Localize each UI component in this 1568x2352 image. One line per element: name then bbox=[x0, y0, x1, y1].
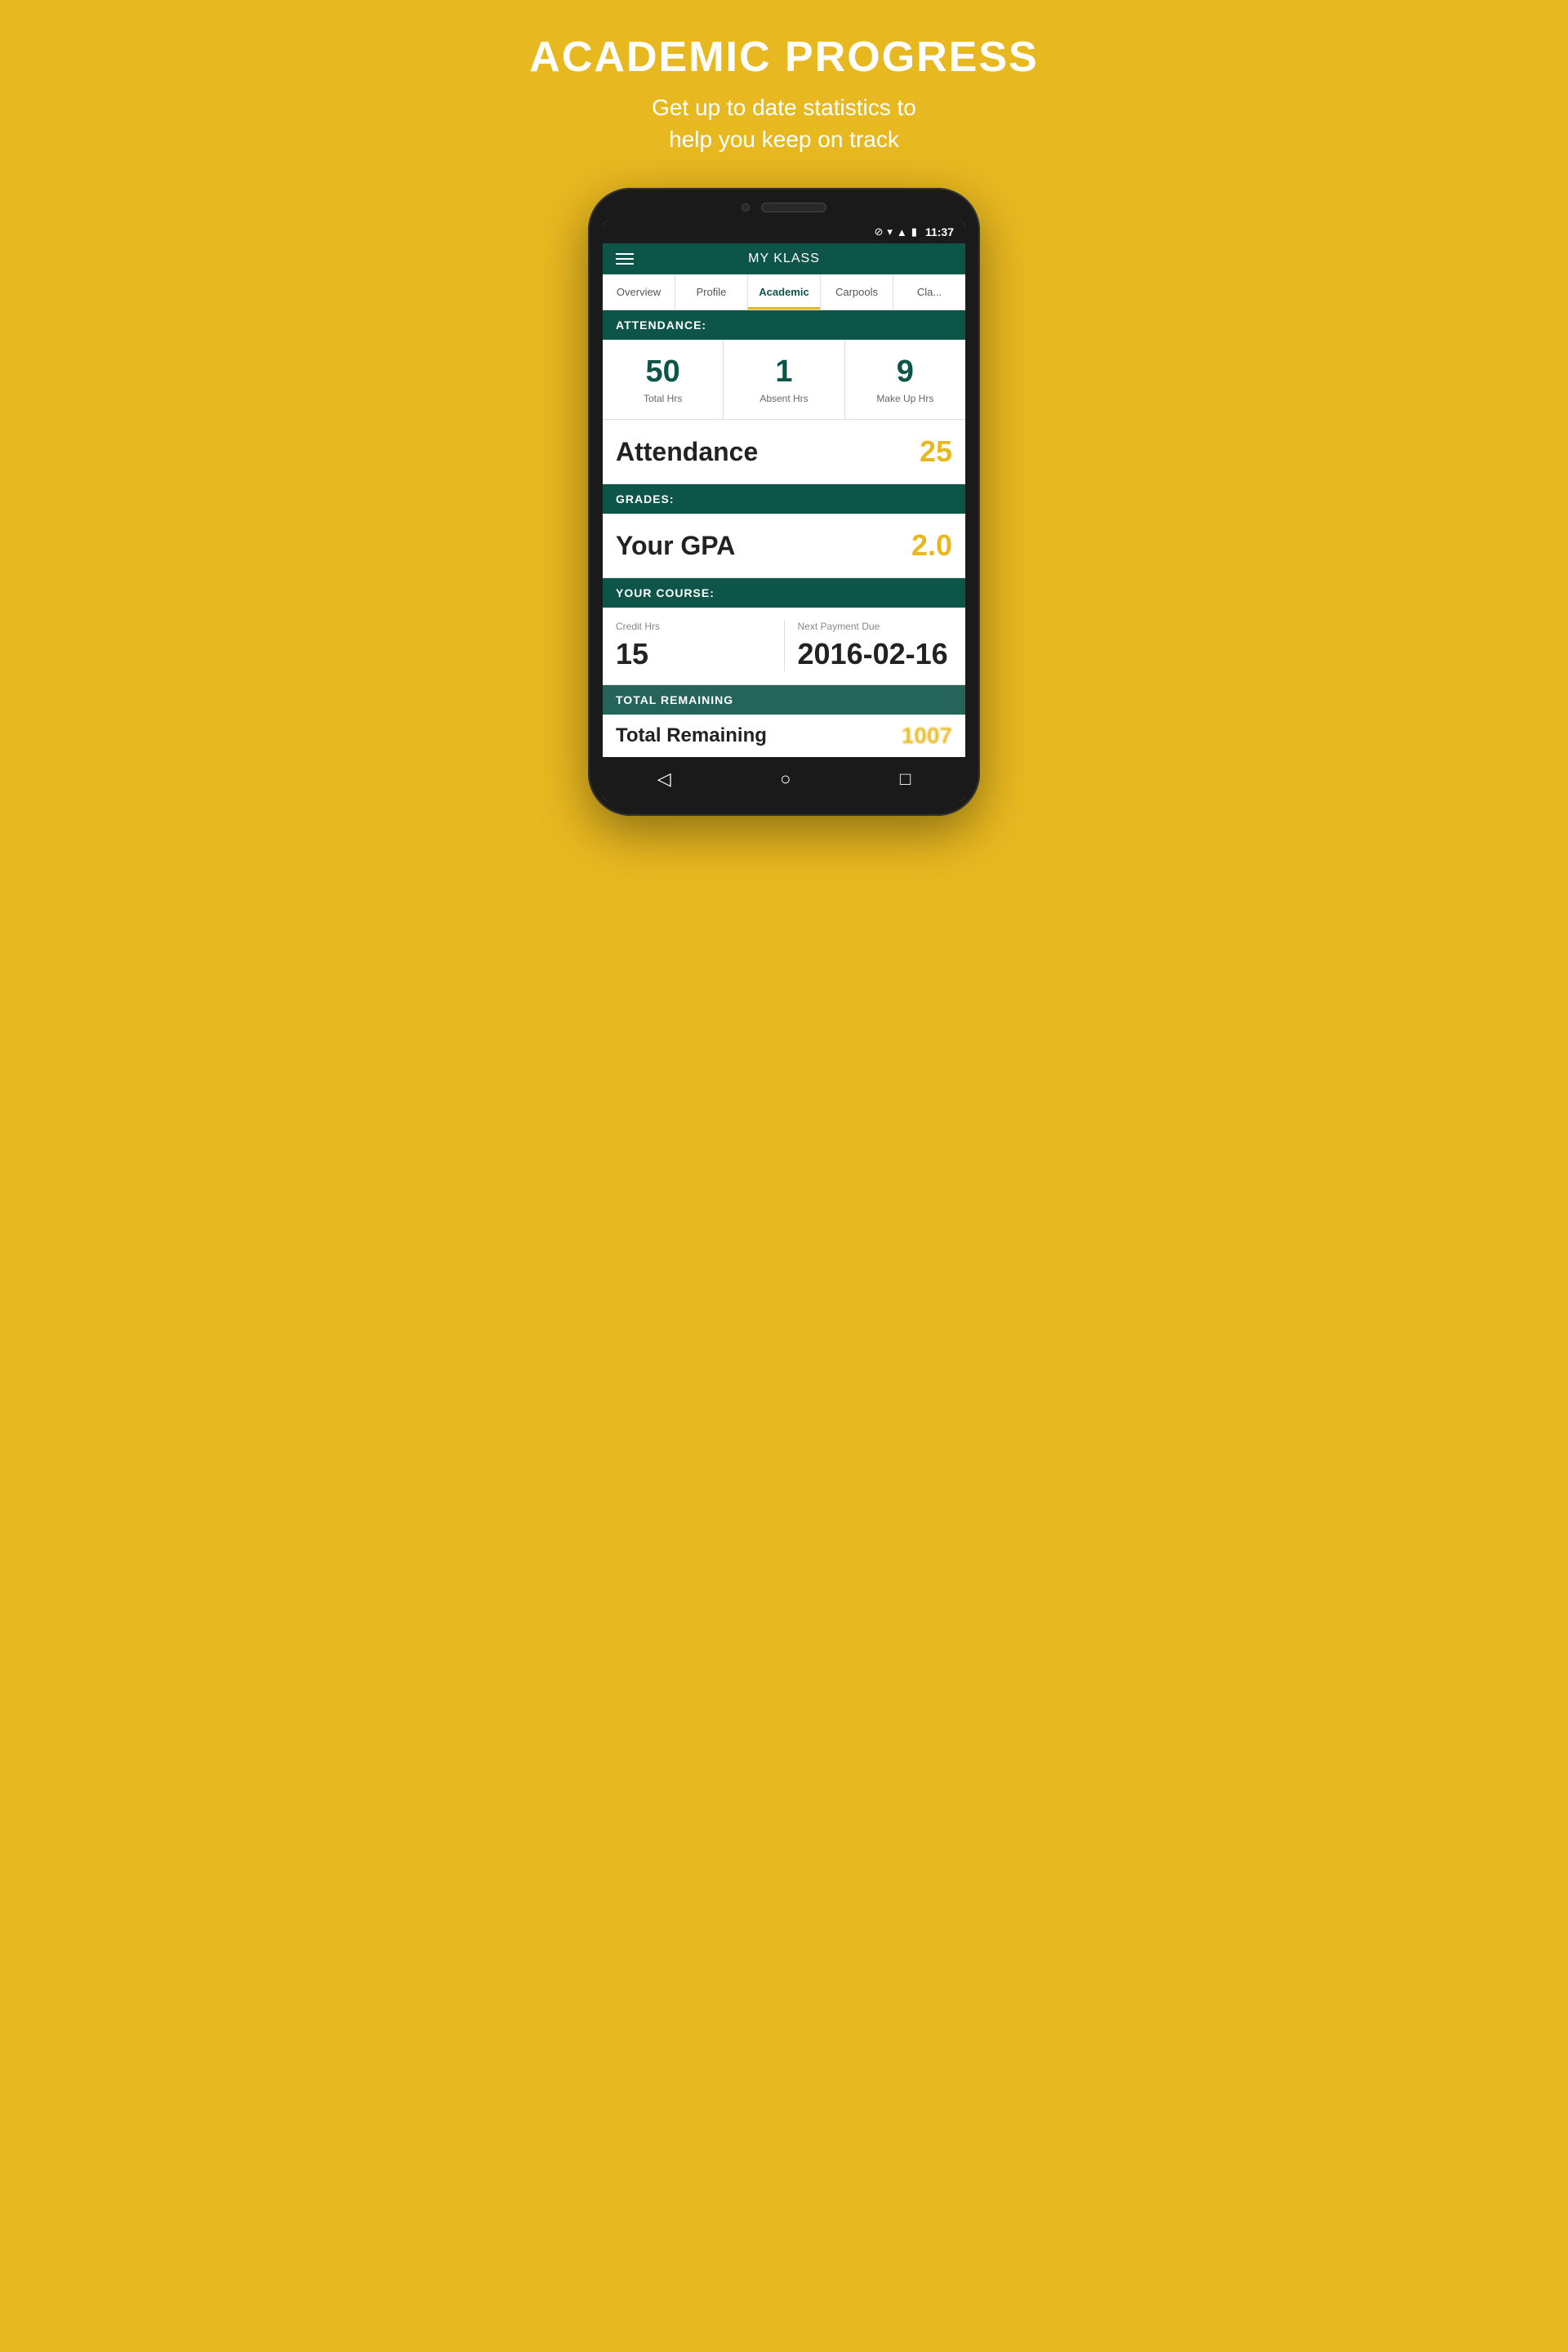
status-time: 11:37 bbox=[925, 225, 954, 238]
recent-apps-button[interactable]: □ bbox=[900, 768, 911, 790]
phone-shell: ⊘ ▾ ▲ ▮ 11:37 MY KLASS Overview Profile … bbox=[588, 188, 980, 816]
partial-content-row: Total Remaining 1007 bbox=[603, 715, 965, 757]
course-details: Credit Hrs 15 Next Payment Due 2016-02-1… bbox=[603, 608, 965, 684]
phone-screen: ⊘ ▾ ▲ ▮ 11:37 MY KLASS Overview Profile … bbox=[603, 220, 965, 801]
total-hrs-label: Total Hrs bbox=[609, 393, 716, 404]
tab-overview[interactable]: Overview bbox=[603, 274, 675, 310]
credit-hrs-field-value: 15 bbox=[616, 637, 771, 671]
page-subtitle: Get up to date statistics tohelp you kee… bbox=[529, 91, 1038, 155]
no-sim-icon: ⊘ bbox=[874, 225, 883, 238]
content-area: ATTENDANCE: 50 Total Hrs 1 Absent Hrs 9 … bbox=[603, 310, 965, 757]
course-section-header: YOUR COURSE: bbox=[603, 578, 965, 608]
tab-carpools[interactable]: Carpools bbox=[821, 274, 893, 310]
makeup-hrs-cell: 9 Make Up Hrs bbox=[845, 340, 965, 419]
tab-academic[interactable]: Academic bbox=[748, 274, 821, 310]
speaker-grille bbox=[761, 203, 826, 212]
total-hrs-cell: 50 Total Hrs bbox=[603, 340, 724, 419]
battery-icon: ▮ bbox=[911, 225, 917, 238]
grades-section-header: GRADES: bbox=[603, 484, 965, 514]
attendance-stats-row: 50 Total Hrs 1 Absent Hrs 9 Make Up Hrs bbox=[603, 340, 965, 420]
tab-class[interactable]: Cla... bbox=[893, 274, 965, 310]
partial-remaining-label: Total Remaining bbox=[616, 724, 767, 747]
bottom-nav-bar: ◁ ○ □ bbox=[603, 757, 965, 801]
payment-field-value: 2016-02-16 bbox=[798, 637, 953, 671]
attendance-score-label: Attendance bbox=[616, 437, 758, 467]
attendance-score-row: Attendance 25 bbox=[603, 420, 965, 484]
app-header: MY KLASS bbox=[603, 243, 965, 274]
status-icons: ⊘ ▾ ▲ ▮ bbox=[874, 225, 916, 238]
credit-hrs-field-label: Credit Hrs bbox=[616, 621, 771, 632]
gpa-value: 2.0 bbox=[911, 528, 952, 563]
partial-remaining-value: 1007 bbox=[902, 723, 952, 749]
total-hrs-value: 50 bbox=[609, 354, 716, 390]
makeup-hrs-label: Make Up Hrs bbox=[852, 393, 959, 404]
absent-hrs-cell: 1 Absent Hrs bbox=[724, 340, 844, 419]
signal-icon: ▲ bbox=[897, 226, 907, 238]
wifi-icon: ▾ bbox=[887, 225, 893, 238]
credit-hrs-col: Credit Hrs 15 bbox=[616, 621, 785, 671]
attendance-score-value: 25 bbox=[920, 434, 952, 469]
payment-field-label: Next Payment Due bbox=[798, 621, 953, 632]
app-title: MY KLASS bbox=[748, 252, 820, 266]
gpa-label: Your GPA bbox=[616, 531, 735, 561]
phone-top-hardware bbox=[603, 203, 965, 212]
attendance-section-header: ATTENDANCE: bbox=[603, 310, 965, 340]
page-title: ACADEMIC PROGRESS bbox=[529, 33, 1038, 82]
camera-dot bbox=[742, 203, 750, 212]
page-header: ACADEMIC PROGRESS Get up to date statist… bbox=[529, 33, 1038, 155]
absent-hrs-value: 1 bbox=[730, 354, 837, 390]
partial-section-header: TOTAL REMAINING bbox=[603, 685, 965, 715]
partial-remaining-section: TOTAL REMAINING Total Remaining 1007 bbox=[603, 684, 965, 757]
absent-hrs-label: Absent Hrs bbox=[730, 393, 837, 404]
home-button[interactable]: ○ bbox=[780, 768, 791, 790]
hamburger-menu-button[interactable] bbox=[616, 253, 634, 265]
status-bar: ⊘ ▾ ▲ ▮ 11:37 bbox=[603, 220, 965, 243]
back-button[interactable]: ◁ bbox=[657, 768, 671, 790]
makeup-hrs-value: 9 bbox=[852, 354, 959, 390]
payment-col: Next Payment Due 2016-02-16 bbox=[785, 621, 953, 671]
tabs-bar: Overview Profile Academic Carpools Cla..… bbox=[603, 274, 965, 310]
tab-profile[interactable]: Profile bbox=[675, 274, 748, 310]
gpa-row: Your GPA 2.0 bbox=[603, 514, 965, 578]
